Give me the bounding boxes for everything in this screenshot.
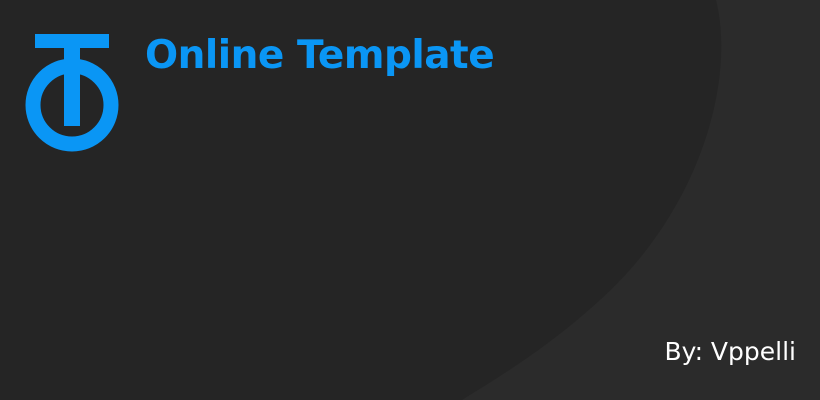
banner: Online Template By: Vppelli xyxy=(0,0,820,400)
author-credit: By: Vppelli xyxy=(664,337,796,366)
ot-monogram-icon xyxy=(25,34,119,152)
page-title: Online Template xyxy=(145,33,495,78)
